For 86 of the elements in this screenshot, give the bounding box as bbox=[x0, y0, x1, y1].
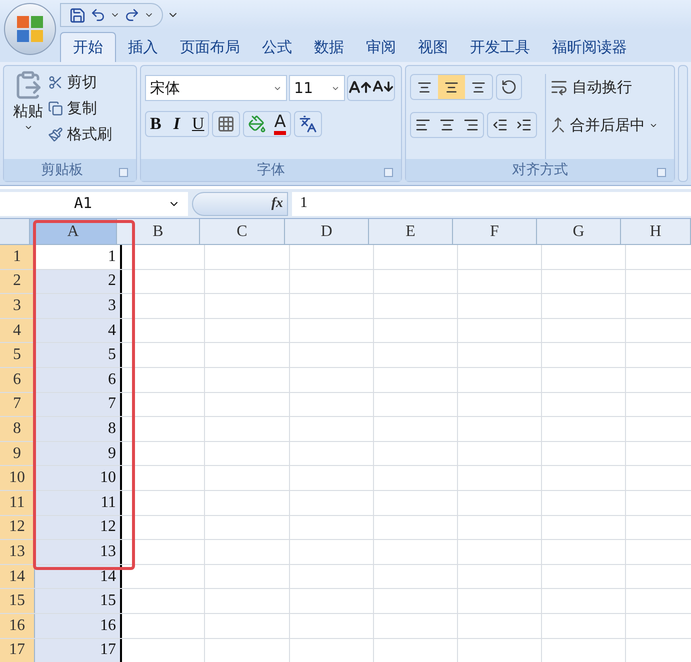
align-left-icon[interactable] bbox=[415, 117, 431, 133]
group-title: 对齐方式 bbox=[406, 159, 674, 181]
redo-icon[interactable] bbox=[124, 7, 140, 23]
ribbon-tab[interactable]: 福昕阅读器 bbox=[542, 32, 637, 62]
italic-button[interactable]: I bbox=[173, 111, 180, 137]
table-cell: 10 bbox=[35, 466, 122, 490]
clipboard-button[interactable]: 剪切 bbox=[48, 70, 112, 94]
table-cell: 5 bbox=[35, 343, 122, 367]
align-icon bbox=[471, 80, 486, 94]
table-cell: 15 bbox=[35, 589, 122, 613]
table-cell: 2 bbox=[35, 270, 122, 294]
group-title: 字体 bbox=[141, 159, 401, 181]
decrease-indent-icon[interactable] bbox=[492, 117, 508, 133]
table-cell: 3 bbox=[35, 294, 122, 318]
table-cell: 17 bbox=[35, 638, 122, 662]
row-header[interactable]: 6 bbox=[0, 368, 35, 392]
row-header[interactable]: 4 bbox=[0, 318, 35, 342]
brush-icon bbox=[48, 126, 63, 142]
underline-button[interactable]: U bbox=[192, 111, 204, 137]
ribbon-tab[interactable]: 开发工具 bbox=[460, 32, 540, 62]
row-header[interactable]: 11 bbox=[0, 490, 35, 515]
clipboard-button[interactable]: 格式刷 bbox=[48, 122, 112, 146]
increase-indent-icon[interactable] bbox=[516, 117, 532, 133]
column-header[interactable]: D bbox=[285, 219, 369, 244]
save-icon[interactable] bbox=[69, 6, 86, 24]
scissors-icon bbox=[48, 74, 63, 90]
ribbon-tab[interactable]: 数据 bbox=[304, 32, 354, 62]
row-header[interactable]: 7 bbox=[0, 392, 35, 416]
undo-icon[interactable] bbox=[90, 7, 106, 23]
wrap-text-button[interactable]: 自动换行 bbox=[550, 74, 658, 100]
clipboard-button[interactable]: 复制 bbox=[48, 96, 112, 120]
font-size-field[interactable]: 11 bbox=[289, 75, 345, 101]
column-header[interactable]: H bbox=[621, 219, 691, 244]
table-cell: 4 bbox=[35, 318, 122, 342]
align-icon bbox=[444, 80, 459, 94]
row-header[interactable]: 14 bbox=[0, 564, 35, 588]
column-header[interactable]: G bbox=[537, 219, 621, 244]
row-header[interactable]: 16 bbox=[0, 614, 35, 638]
table-cell: 11 bbox=[35, 490, 122, 515]
table-cell: 16 bbox=[35, 614, 122, 638]
group-title: 剪贴板 bbox=[4, 159, 136, 181]
row-header[interactable]: 5 bbox=[0, 343, 35, 367]
align-center-icon[interactable] bbox=[439, 117, 455, 133]
row-header[interactable]: 3 bbox=[0, 294, 35, 318]
column-header[interactable]: F bbox=[453, 219, 537, 244]
orientation-icon[interactable] bbox=[501, 79, 517, 95]
column-header[interactable]: B bbox=[117, 219, 200, 244]
ribbon-tab[interactable]: 视图 bbox=[408, 32, 458, 62]
ribbon-tab[interactable]: 插入 bbox=[118, 32, 168, 62]
row-header[interactable]: 12 bbox=[0, 516, 35, 540]
vertical-align-button[interactable] bbox=[438, 75, 465, 99]
table-cell: 8 bbox=[35, 417, 122, 441]
fill-color-icon[interactable] bbox=[248, 115, 266, 133]
table-cell: 13 bbox=[35, 540, 122, 564]
name-box[interactable]: A1 bbox=[0, 192, 188, 216]
align-icon bbox=[417, 80, 432, 94]
insert-function-button[interactable]: fx bbox=[271, 193, 283, 214]
row-header[interactable]: 1 bbox=[0, 245, 35, 269]
borders-icon[interactable] bbox=[217, 115, 236, 133]
bold-button[interactable]: B bbox=[150, 111, 162, 137]
merge-icon bbox=[550, 117, 566, 133]
row-header[interactable]: 2 bbox=[0, 270, 35, 294]
row-header[interactable]: 10 bbox=[0, 466, 35, 490]
ribbon-tab[interactable]: 页面布局 bbox=[170, 32, 250, 62]
wrap-text-icon bbox=[550, 78, 568, 96]
copy-icon bbox=[48, 100, 63, 116]
ribbon-tab[interactable]: 开始 bbox=[60, 32, 116, 62]
phonetic-icon[interactable] bbox=[298, 115, 317, 133]
paste-button[interactable]: 粘贴 bbox=[8, 70, 48, 159]
table-cell: 6 bbox=[35, 368, 122, 392]
font-name-field[interactable]: 宋体 bbox=[145, 75, 287, 101]
row-header[interactable]: 9 bbox=[0, 442, 35, 466]
row-header[interactable]: 17 bbox=[0, 638, 35, 662]
formula-field[interactable]: 1 bbox=[292, 192, 691, 216]
table-cell: 7 bbox=[35, 392, 122, 416]
column-header[interactable]: E bbox=[369, 219, 453, 244]
table-cell: 12 bbox=[35, 516, 122, 540]
row-header[interactable]: 15 bbox=[0, 589, 35, 613]
column-header[interactable]: C bbox=[200, 219, 285, 244]
ribbon-tab[interactable]: 公式 bbox=[252, 32, 302, 62]
row-header[interactable]: 8 bbox=[0, 417, 35, 441]
row-header[interactable]: 13 bbox=[0, 540, 35, 564]
table-cell: 9 bbox=[35, 442, 122, 466]
align-right-icon[interactable] bbox=[463, 117, 479, 133]
ribbon-tab[interactable]: 审阅 bbox=[356, 32, 406, 62]
merge-center-button[interactable]: 合并后居中 bbox=[550, 112, 658, 138]
